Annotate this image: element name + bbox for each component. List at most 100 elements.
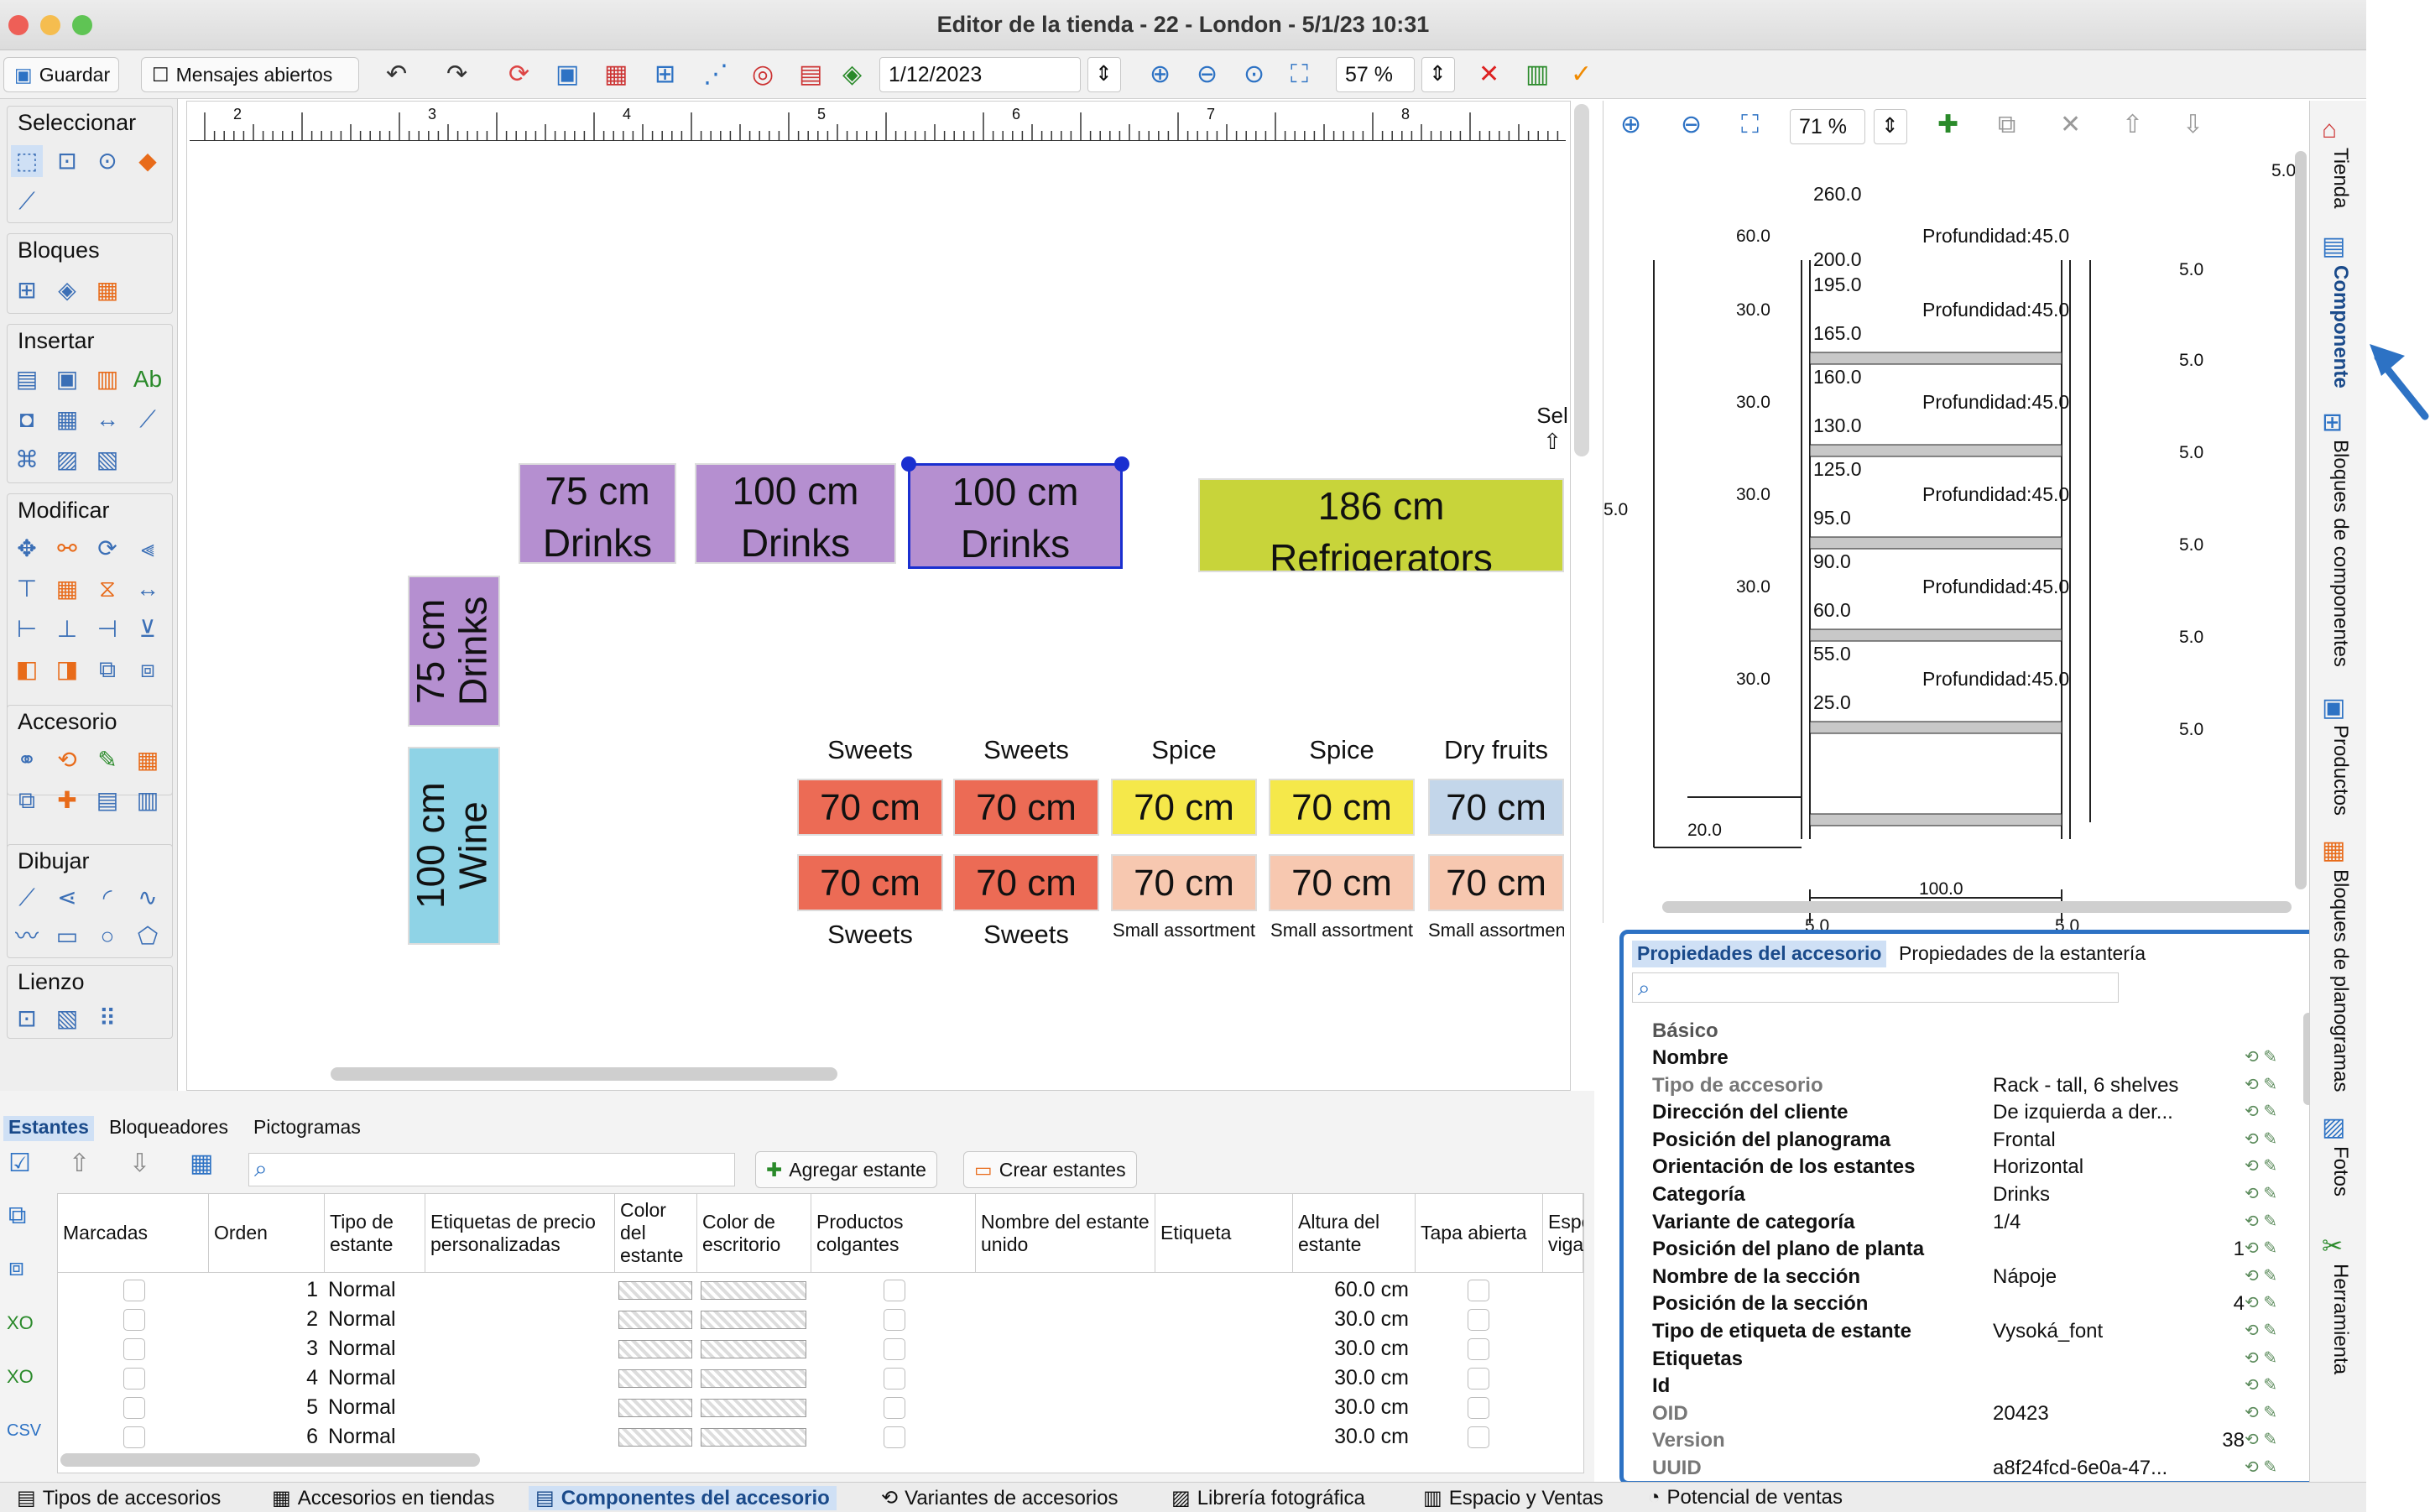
fixture-drinks-75-vertical[interactable]: 75 cm Drinks	[408, 576, 500, 727]
gondola-shelf[interactable]: 70 cm	[797, 854, 943, 911]
shelf-up-icon[interactable]: ⇧	[69, 1148, 90, 1180]
table-row[interactable]: 1 Normal 60.0 cm	[58, 1276, 1583, 1305]
select-arrow-icon[interactable]: ⬚	[11, 145, 43, 177]
canvas-hscrollbar[interactable]	[331, 1067, 837, 1081]
accessory-rotate-icon[interactable]: ⟲	[51, 744, 83, 776]
property-row[interactable]: Variante de categoría 1/4 ⟲ ✎	[1640, 1211, 2303, 1238]
property-row[interactable]: Id ⟲ ✎	[1640, 1374, 2303, 1401]
row-checkbox[interactable]	[123, 1426, 145, 1448]
gondola-shelf[interactable]: 70 cm	[1111, 854, 1257, 911]
open-top-checkbox[interactable]	[1468, 1280, 1489, 1301]
tab-accessory-variants[interactable]: ⟲ Variantes de accesorios	[881, 1486, 1118, 1510]
column-header[interactable]: Orden	[209, 1194, 325, 1272]
copy-icon[interactable]: ⧉	[1998, 109, 2015, 141]
accessory-edit-icon[interactable]: ✎	[91, 744, 123, 776]
row-checkbox[interactable]	[123, 1338, 145, 1360]
diagram-zoom-stepper[interactable]: ⇕	[1874, 109, 1907, 144]
check-icon[interactable]: ✓	[1571, 59, 1592, 91]
move-icon[interactable]: ✥	[11, 533, 43, 565]
shelf-bar[interactable]	[1809, 444, 2062, 457]
fixture-drinks-100a[interactable]: 100 cm Drinks	[695, 463, 896, 564]
insert-box-icon[interactable]: ▣	[51, 363, 83, 395]
remove-icon[interactable]: ✕	[2060, 109, 2081, 141]
color-swatch[interactable]	[701, 1281, 806, 1300]
color-swatch[interactable]	[618, 1399, 692, 1417]
shelf-bar[interactable]	[1809, 813, 2062, 826]
tab-planogram-blocks[interactable]: Bloques de planogramas	[2328, 869, 2352, 1092]
color-swatch[interactable]	[618, 1311, 692, 1329]
gondola-shelf[interactable]: 70 cm	[1269, 779, 1415, 836]
save-button[interactable]: ▣ Guardar	[3, 57, 119, 92]
tab-store-accessories[interactable]: ▦ Accesorios en tiendas	[272, 1486, 494, 1510]
palette-icon[interactable]: ▤	[799, 59, 822, 91]
hanging-checkbox[interactable]	[884, 1338, 905, 1360]
tab-products[interactable]: Productos	[2328, 725, 2352, 816]
row-checkbox[interactable]	[123, 1280, 145, 1301]
accessory-table-icon[interactable]: ▥	[132, 785, 164, 816]
gondola-shelf[interactable]: 70 cm	[797, 779, 943, 836]
open-top-checkbox[interactable]	[1468, 1368, 1489, 1389]
canvas-grid-icon[interactable]: ⠿	[91, 1003, 123, 1035]
align-start-icon[interactable]: ⊢	[11, 613, 43, 645]
gondola-shelf[interactable]: 70 cm	[1428, 854, 1564, 911]
xo-icon[interactable]: XO	[7, 1307, 34, 1339]
zoom-in-icon[interactable]: ⊕	[1150, 59, 1171, 91]
color-swatch[interactable]	[618, 1281, 692, 1300]
color-swatch[interactable]	[701, 1311, 806, 1329]
move-up-icon[interactable]: ⇧	[2122, 109, 2143, 141]
canvas-vscrollbar[interactable]	[1574, 104, 1589, 456]
accessory-tree-icon[interactable]: ⚭	[11, 744, 43, 776]
hanging-checkbox[interactable]	[884, 1397, 905, 1419]
column-header[interactable]: Nombre del estante unido	[976, 1194, 1155, 1272]
grid-icon[interactable]: ▦	[604, 59, 628, 91]
canvas-frame-icon[interactable]: ⊡	[11, 1003, 43, 1035]
csv-icon[interactable]: CSV	[7, 1415, 41, 1447]
align-left-icon[interactable]: ⫷	[132, 533, 164, 565]
accessory-add-icon[interactable]: ✚	[51, 785, 83, 816]
property-actions-icon[interactable]: ⟲ ✎	[2245, 1402, 2295, 1429]
insert-image-icon[interactable]: ▨	[51, 444, 83, 476]
tab-accessory-types[interactable]: ▤ Tipos de accesorios	[17, 1486, 221, 1510]
property-actions-icon[interactable]: ⟲ ✎	[2245, 1265, 2295, 1292]
property-row[interactable]: Tipo de etiqueta de estante Vysoká_font ⟲ …	[1640, 1320, 2303, 1347]
hanging-checkbox[interactable]	[884, 1309, 905, 1331]
column-header[interactable]: Etiqueta	[1155, 1194, 1293, 1272]
property-actions-icon[interactable]: ⟲ ✎	[2245, 1457, 2295, 1483]
property-actions-icon[interactable]: ⟲ ✎	[2245, 1046, 2295, 1073]
date-field[interactable]: 1/12/2023	[879, 57, 1081, 92]
diagram-hscrollbar[interactable]	[1662, 901, 2292, 913]
gondola-shelf[interactable]: 70 cm	[953, 854, 1099, 911]
table-row[interactable]: 6 Normal 30.0 cm	[58, 1423, 1583, 1452]
align-bottom-icon[interactable]: ⊻	[132, 613, 164, 645]
table-hscrollbar[interactable]	[60, 1453, 480, 1467]
tab-store[interactable]: Tienda	[2328, 148, 2352, 209]
hanging-checkbox[interactable]	[884, 1280, 905, 1301]
property-actions-icon[interactable]: ⟲ ✎	[2245, 1211, 2295, 1238]
paste-shelf-icon[interactable]: ⧈	[8, 1252, 24, 1284]
arrange-icon[interactable]: ▦	[51, 573, 83, 605]
rotate-icon[interactable]: ⟳	[91, 533, 123, 565]
property-actions-icon[interactable]: ⟲ ✎	[2245, 1292, 2295, 1319]
column-header[interactable]: Productos colgantes	[811, 1194, 976, 1272]
fixture-drinks-100b-selected[interactable]: 100 cm Drinks	[908, 463, 1123, 569]
property-actions-icon[interactable]: ⟲ ✎	[2245, 1320, 2295, 1347]
column-header[interactable]: Tipo de estante	[325, 1194, 425, 1272]
column-header[interactable]: Marcadas	[58, 1194, 209, 1272]
open-messages-button[interactable]: ☐ Mensajes abiertos	[141, 57, 359, 92]
diagram-zoom-out-icon[interactable]: ⊖	[1681, 109, 1702, 141]
property-actions-icon[interactable]: ⟲ ✎	[2245, 1429, 2295, 1456]
copy-shelf-icon[interactable]: ⧉	[8, 1200, 26, 1232]
property-row[interactable]: Nombre de la sección Nápoje ⟲ ✎	[1640, 1265, 2303, 1292]
property-actions-icon[interactable]: ⟲ ✎	[2245, 1183, 2295, 1210]
select-area-icon[interactable]: ⊡	[51, 145, 83, 177]
property-row[interactable]: Posición del plano de planta 1 ⟲ ✎	[1640, 1238, 2303, 1264]
open-top-checkbox[interactable]	[1468, 1309, 1489, 1331]
draw-freehand-icon[interactable]: 〰	[11, 920, 43, 952]
hanging-checkbox[interactable]	[884, 1368, 905, 1389]
diagram-zoom-field[interactable]: 71 %	[1790, 109, 1865, 144]
date-stepper[interactable]: ⇕	[1087, 57, 1121, 92]
selection-handle[interactable]	[901, 456, 916, 472]
row-checkbox[interactable]	[123, 1397, 145, 1419]
property-row[interactable]: Version 38 ⟲ ✎	[1640, 1429, 2303, 1456]
tab-blockers[interactable]: Bloqueadores	[109, 1116, 228, 1139]
